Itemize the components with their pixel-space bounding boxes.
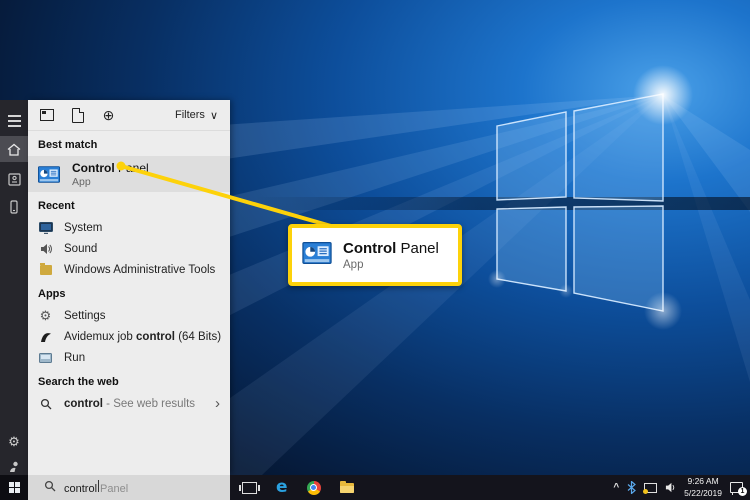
result-avidemux[interactable]: Avidemux job control (64 Bits) [28,326,230,347]
system-icon [38,222,53,234]
admin-tools-folder-icon [38,265,53,275]
result-system[interactable]: System [28,217,230,238]
system-tray: ^ 9:26 AM 5/22/2019 1 [613,476,744,498]
windows-logo-icon [9,482,20,493]
documents-filter-icon[interactable] [70,108,85,123]
callout-subtitle: App [343,259,439,271]
result-label: Avidemux job control (64 Bits) [64,331,221,343]
result-sound[interactable]: Sound [28,238,230,259]
result-settings[interactable]: ⚙ Settings [28,305,230,326]
control-panel-icon [38,166,60,183]
windows-desktop: ⚙ ⊕ Filters ∨ Best match Control Panel A… [0,0,750,500]
volume-icon[interactable] [665,482,676,493]
control-panel-callout: Control Panel App [288,224,462,286]
notebook-icon[interactable] [0,166,28,192]
device-icon[interactable] [0,194,28,220]
edge-icon[interactable]: e [276,479,288,496]
search-panel-rail: ⚙ [0,100,28,475]
action-center-icon[interactable]: 1 [730,482,744,494]
sound-icon [38,243,53,255]
search-icon [44,479,56,497]
result-web-search[interactable]: control - See web results › [28,393,230,414]
hamburger-menu-icon[interactable] [0,108,28,134]
apps-filter-icon[interactable] [39,109,54,121]
notification-badge: 1 [738,487,747,496]
run-icon [38,353,53,363]
chevron-right-icon: › [215,396,220,411]
chrome-icon[interactable] [307,481,321,495]
taskbar: e ^ 9:26 AM 5/22/2019 1 [230,475,750,500]
settings-gear-icon[interactable]: ⚙ [0,428,28,454]
tray-chevron-up-icon[interactable]: ^ [613,482,619,493]
recent-header: Recent [28,192,230,217]
control-panel-icon [302,242,332,269]
best-match-header: Best match [28,131,230,156]
taskbar-clock[interactable]: 9:26 AM 5/22/2019 [684,476,722,498]
file-explorer-icon[interactable] [340,483,354,493]
taskbar-search-input[interactable]: controlPanel [28,475,230,500]
chevron-down-icon: ∨ [210,109,218,122]
clock-time: 9:26 AM [684,476,722,487]
search-results-panel: ⊕ Filters ∨ Best match Control Panel App… [28,100,230,475]
result-admin-tools[interactable]: Windows Administrative Tools [28,259,230,280]
result-subtitle: App [72,176,149,188]
result-title: Control Panel [72,161,149,175]
result-run[interactable]: Run [28,347,230,368]
filters-dropdown[interactable]: Filters ∨ [175,109,218,122]
start-button[interactable] [0,475,28,500]
web-filter-icon[interactable]: ⊕ [101,108,116,122]
text-caret [98,480,99,492]
search-web-header: Search the web [28,368,230,393]
search-filter-row: ⊕ Filters ∨ [28,100,230,131]
apps-header: Apps [28,280,230,305]
home-icon[interactable] [0,136,28,162]
filters-label: Filters [175,109,205,121]
search-query-text: controlPanel [64,479,128,497]
result-label: control - See web results [64,398,195,410]
result-control-panel[interactable]: Control Panel App [28,156,230,192]
callout-title: Control Panel [343,240,439,257]
avidemux-icon [38,331,53,343]
bluetooth-icon[interactable] [627,481,636,494]
settings-gear-icon: ⚙ [38,309,53,322]
task-view-icon[interactable] [242,482,257,494]
clock-date: 5/22/2019 [684,488,722,499]
network-icon[interactable] [644,483,657,493]
search-icon [38,398,53,410]
